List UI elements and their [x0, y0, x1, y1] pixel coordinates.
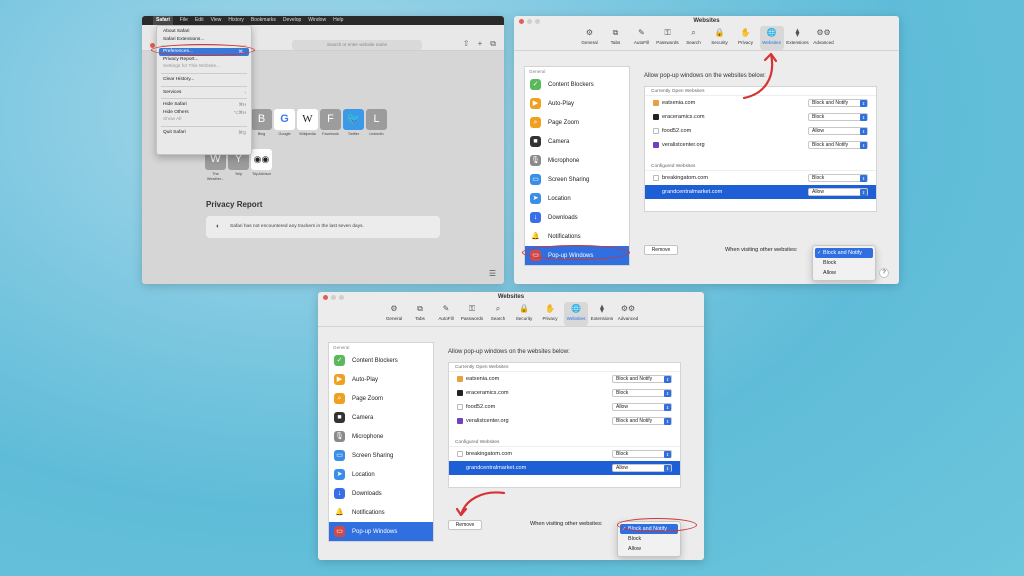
favorite-tile-icon: 🐦	[343, 109, 364, 130]
menu-bookmarks[interactable]: Bookmarks	[251, 16, 276, 25]
menu-item-hide-others[interactable]: Hide Others ⌥⌘H	[157, 109, 251, 117]
menu-develop[interactable]: Develop	[283, 16, 301, 25]
favorite-facebook[interactable]: F Facebook	[319, 109, 342, 142]
menu-shortcut: ›	[244, 89, 246, 95]
favorite-wikipedia[interactable]: W Wikipedia	[296, 109, 319, 142]
favorite-label: Facebook	[322, 132, 339, 136]
url-bar[interactable]: Search or enter website name	[292, 40, 422, 50]
favorite-tripadvisor[interactable]: ◉◉ TripAdvisor	[250, 149, 273, 182]
menu-separator	[161, 85, 247, 87]
menu-item-about-safari[interactable]: About Safari	[157, 28, 251, 36]
favorite-label: Wikipedia	[299, 132, 316, 136]
favorite-label: The Weather...	[206, 172, 225, 181]
customize-start-page-icon[interactable]: ☰	[489, 269, 496, 278]
shield-icon: ◐	[216, 223, 221, 230]
favorite-linkedin[interactable]: L LinkedIn	[365, 109, 388, 142]
share-icon[interactable]: ⇧	[463, 39, 470, 49]
favorite-tile-icon: B	[251, 109, 272, 130]
menu-separator	[161, 98, 247, 100]
annotation-arrow	[742, 52, 778, 100]
menu-file[interactable]: File	[180, 16, 188, 25]
favorite-tile-icon: G	[274, 109, 295, 130]
menu-safari[interactable]: Safari	[153, 16, 173, 25]
favorite-tile-icon: L	[366, 109, 387, 130]
menu-item-show-all[interactable]: Show All	[157, 116, 251, 124]
privacy-report-card[interactable]: ◐ Safari has not encountered any tracker…	[206, 216, 440, 238]
favorite-twitter[interactable]: 🐦 Twitter	[342, 109, 365, 142]
menu-item-label: Hide Others	[163, 109, 189, 115]
menu-item-label: Privacy Report...	[163, 56, 199, 62]
websites-prefs-window-1: Websites ⚙ General ⧉ Tabs ✎ AutoFill ⚿ Passwords…	[514, 16, 899, 284]
favorite-google[interactable]: G Google	[273, 109, 296, 142]
favorite-label: LinkedIn	[369, 132, 384, 136]
favorite-label: Twitter	[347, 132, 360, 136]
menu-help[interactable]: Help	[333, 16, 343, 25]
menu-item-quit-safari[interactable]: Quit Safari ⌘Q	[157, 129, 251, 137]
menu-item-settings-for-this-website[interactable]: Settings for This Website...	[157, 63, 251, 71]
annotation-arrow	[455, 491, 506, 517]
menu-item-safari-extensions[interactable]: Safari Extensions...	[157, 36, 251, 44]
menu-view[interactable]: View	[211, 16, 222, 25]
new-tab-icon[interactable]: +	[478, 39, 483, 49]
menu-edit[interactable]: Edit	[195, 16, 204, 25]
menu-item-label: Clear History...	[163, 76, 195, 82]
menu-item-label: Settings for This Website...	[163, 64, 221, 70]
favorite-tile-icon: ◉◉	[251, 149, 272, 170]
favorite-bing[interactable]: B Bing	[250, 109, 273, 142]
menu-item-label: Quit Safari	[163, 129, 186, 135]
menu-item-label: Safari Extensions...	[163, 36, 205, 42]
websites-prefs-window-2: Websites ⚙ General ⧉ Tabs ✎ AutoFill ⚿ Passwords…	[318, 292, 704, 560]
menu-separator	[161, 125, 247, 127]
menu-shortcut: ⌘H	[238, 102, 246, 108]
annotation-oval	[151, 44, 255, 56]
menu-item-hide-safari[interactable]: Hide Safari ⌘H	[157, 101, 251, 109]
tab-overview-icon[interactable]: ⧉	[490, 39, 496, 49]
menu-item-services[interactable]: Services ›	[157, 89, 251, 97]
menu-item-label: About Safari	[163, 29, 190, 34]
menu-item-label: Services	[163, 89, 182, 95]
privacy-report-title: Privacy Report	[206, 200, 263, 209]
privacy-report-text: Safari has not encountered any trackers …	[230, 224, 364, 229]
menu-item-privacy-report[interactable]: Privacy Report...	[157, 56, 251, 64]
favorite-label: TripAdvisor	[251, 172, 272, 176]
menu-separator	[161, 72, 247, 74]
menu-history[interactable]: History	[228, 16, 244, 25]
menu-shortcut: ⌘Q	[238, 129, 246, 135]
menu-window[interactable]: Window	[308, 16, 326, 25]
favorite-tile-icon: W	[297, 109, 318, 130]
favorite-label: Yelp	[234, 172, 243, 176]
menu-item-label: Show All	[163, 117, 182, 123]
menu-bar: Safari File Edit View History Bookmarks Develo…	[142, 16, 504, 25]
safari-menu-screenshot: Safari File Edit View History Bookmarks Develo…	[142, 16, 504, 284]
favorite-label: Bing	[257, 132, 266, 136]
favorite-tile-icon: F	[320, 109, 341, 130]
menu-item-label: Hide Safari	[163, 102, 187, 108]
menu-item-clear-history[interactable]: Clear History...	[157, 76, 251, 84]
menu-shortcut: ⌥⌘H	[233, 109, 246, 115]
favorite-label: Google	[278, 132, 291, 136]
